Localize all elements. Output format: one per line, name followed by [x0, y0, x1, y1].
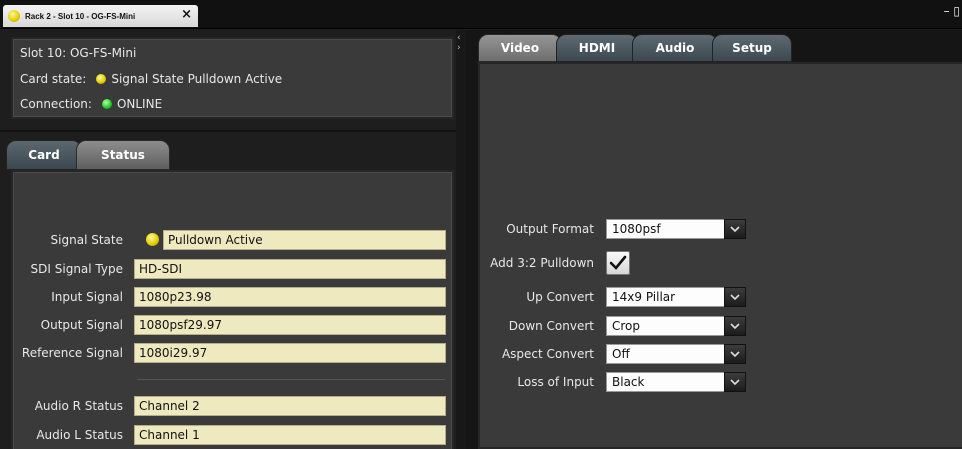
tab-card[interactable]: Card [6, 140, 82, 170]
close-tab-icon[interactable]: × [181, 7, 192, 22]
collapse-right-icon[interactable]: › [457, 44, 461, 53]
card-state-line: Card state: Signal State Pulldown Active [20, 72, 282, 86]
tab-audio[interactable]: Audio [632, 34, 718, 62]
collapse-left-icon[interactable]: ‹ [457, 34, 461, 43]
aspect-convert-select[interactable]: Off [606, 344, 746, 364]
connection-value: ONLINE [116, 97, 163, 111]
loss-of-input-select[interactable]: Black [606, 372, 746, 392]
sdi-type-field: HD-SDI [134, 259, 446, 279]
card-state-label: Card state: [20, 72, 87, 86]
connection-label: Connection: [20, 97, 92, 111]
output-format-label: Output Format [506, 222, 594, 236]
signal-state-label: Signal State [50, 233, 123, 247]
green-led-icon [101, 99, 112, 109]
tab-setup[interactable]: Setup [712, 34, 792, 62]
card-info-box: Slot 10: OG-FS-Mini Card state: Signal S… [11, 37, 454, 119]
window-tab[interactable]: Rack 2 - Slot 10 - OG-FS-Mini × [3, 5, 198, 27]
status-led-icon [8, 10, 20, 22]
window-tab-title: Rack 2 - Slot 10 - OG-FS-Mini [25, 11, 136, 21]
card-state-value: Signal State Pulldown Active [111, 72, 283, 86]
pulldown-label: Add 3:2 Pulldown [490, 256, 594, 270]
chevron-down-icon[interactable] [724, 344, 746, 364]
reference-signal-label: Reference Signal [21, 346, 123, 360]
up-convert-label: Up Convert [526, 290, 594, 304]
audio-r-field: Channel 2 [134, 396, 446, 416]
window-controls-icon[interactable]: – ▯ [944, 4, 960, 18]
chevron-down-icon[interactable] [724, 287, 746, 307]
output-signal-field: 1080psf29.97 [134, 315, 446, 335]
chevron-down-icon[interactable] [724, 372, 746, 392]
tab-video[interactable]: Video [478, 34, 562, 62]
output-format-select[interactable]: 1080psf [606, 219, 746, 239]
input-signal-label: Input Signal [51, 290, 123, 304]
right-tab-bar: Video HDMI Audio Setup [466, 30, 962, 62]
chevron-down-icon[interactable] [724, 316, 746, 336]
slot-line: Slot 10: OG-FS-Mini [20, 46, 136, 60]
output-signal-label: Output Signal [40, 318, 123, 332]
aspect-convert-label: Aspect Convert [501, 347, 594, 361]
signal-state-field: Pulldown Active [163, 230, 446, 250]
loss-of-input-value: Black [612, 375, 645, 389]
panel-splitter[interactable]: ‹ › [456, 30, 466, 449]
chevron-down-icon[interactable] [724, 219, 746, 239]
down-convert-select[interactable]: Crop [606, 316, 746, 336]
pulldown-checkbox[interactable] [606, 251, 630, 275]
signal-state-led-icon [146, 233, 159, 246]
connection-line: Connection: ONLINE [20, 97, 162, 111]
sdi-type-label: SDI Signal Type [30, 262, 123, 276]
audio-r-label: Audio R Status [34, 399, 123, 413]
input-signal-field: 1080p23.98 [134, 287, 446, 307]
audio-l-label: Audio L Status [36, 428, 123, 442]
slot-name: Slot 10: OG-FS-Mini [20, 46, 137, 60]
aspect-convert-value: Off [612, 347, 630, 361]
yellow-led-icon [96, 74, 107, 84]
section-divider [137, 379, 445, 380]
tab-status[interactable]: Status [76, 140, 170, 170]
up-convert-select[interactable]: 14x9 Pillar [606, 287, 746, 307]
up-convert-value: 14x9 Pillar [612, 290, 676, 304]
tab-hdmi[interactable]: HDMI [556, 34, 638, 62]
divider [0, 130, 462, 132]
reference-signal-field: 1080i29.97 [134, 343, 446, 363]
audio-l-field: Channel 1 [134, 425, 446, 445]
loss-of-input-label: Loss of Input [517, 375, 594, 389]
output-format-value: 1080psf [612, 222, 661, 236]
down-convert-label: Down Convert [508, 319, 594, 333]
down-convert-value: Crop [612, 319, 641, 333]
window-tab-bar: Rack 2 - Slot 10 - OG-FS-Mini × – ▯ [0, 0, 962, 29]
checkmark-icon [609, 255, 627, 270]
